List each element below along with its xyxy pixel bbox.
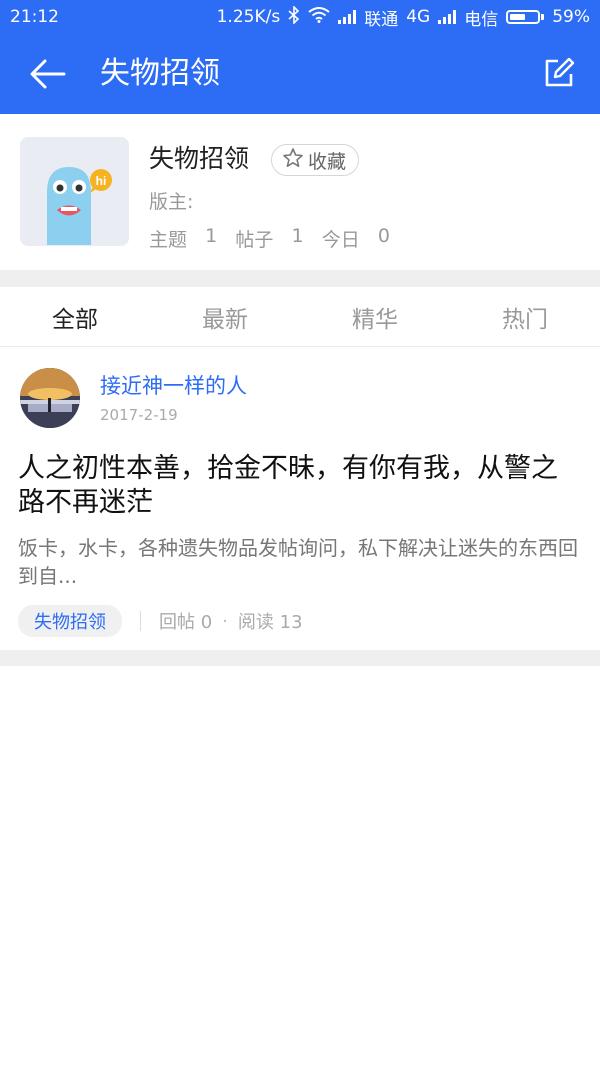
- network-speed: 1.25K/s: [216, 7, 281, 27]
- carrier-1: 联通: [364, 9, 399, 30]
- status-right: 1.25K/s 联通 4G 电信 59%: [216, 4, 590, 30]
- logo-badge-text: hi: [96, 174, 107, 188]
- post-footer: 失物招领 回帖 0 · 阅读 13: [18, 605, 303, 637]
- stat-today-label: 今日: [321, 229, 360, 251]
- tab-all[interactable]: 全部: [0, 287, 150, 346]
- arrow-left-icon[interactable]: [28, 56, 68, 92]
- app-bar: 失物招领: [0, 34, 600, 114]
- post-summary: 饭卡，水卡，各种遗失物品发帖询问，私下解决让迷失的东西回到自...: [18, 536, 578, 588]
- post-title[interactable]: 人之初性本善，拾金不昧，有你有我，从警之路不再迷茫: [18, 452, 582, 520]
- ghost-mascot-icon: hi: [47, 167, 112, 245]
- section-divider: [0, 650, 600, 666]
- signal-icon: [438, 10, 457, 24]
- star-icon: [282, 147, 304, 174]
- page-title: 失物招领: [100, 56, 220, 91]
- board-name: 失物招领: [149, 144, 250, 173]
- board-logo: hi: [20, 137, 129, 246]
- signal-icon: [338, 10, 357, 24]
- battery-percent: 59%: [552, 7, 590, 27]
- avatar[interactable]: [20, 368, 80, 428]
- stat-topics-label: 主题: [149, 229, 188, 251]
- tab-latest[interactable]: 最新: [150, 287, 300, 346]
- post-author[interactable]: 接近神一样的人: [100, 370, 247, 400]
- filter-tabs: 全部 最新 精华 热门: [0, 287, 600, 347]
- bluetooth-icon: [288, 4, 300, 29]
- separator-dot: ·: [222, 610, 228, 632]
- network-type: 4G: [406, 7, 431, 27]
- stat-posts-value: 1: [291, 225, 304, 247]
- divider: [140, 611, 141, 631]
- carrier-2: 电信: [464, 9, 499, 30]
- edit-icon[interactable]: [542, 56, 576, 90]
- tab-featured[interactable]: 精华: [300, 287, 450, 346]
- post-tag[interactable]: 失物招领: [18, 605, 122, 637]
- moderator-label: 版主:: [149, 191, 194, 213]
- favorite-button[interactable]: 收藏: [271, 144, 360, 176]
- board-header: hi 失物招领 收藏 版主: 主题 1 帖子 1 今日 0: [0, 114, 600, 270]
- tab-hot[interactable]: 热门: [450, 287, 600, 346]
- wifi-icon: [308, 6, 330, 28]
- board-stats: 主题 1 帖子 1 今日 0: [149, 225, 390, 252]
- stat-today-value: 0: [377, 225, 390, 247]
- status-time: 21:12: [10, 7, 59, 27]
- stat-topics-value: 1: [205, 225, 218, 247]
- favorite-label: 收藏: [308, 150, 347, 173]
- post-date: 2017-2-19: [100, 406, 178, 424]
- read-count: 阅读 13: [237, 612, 303, 633]
- reply-count: 回帖 0: [159, 612, 213, 633]
- stat-posts-label: 帖子: [235, 229, 274, 251]
- status-bar: 21:12 1.25K/s 联通 4G 电信 59%: [0, 0, 600, 34]
- section-divider: [0, 270, 600, 287]
- battery-icon: [506, 10, 545, 24]
- list-item[interactable]: 接近神一样的人 2017-2-19 人之初性本善，拾金不昧，有你有我，从警之路不…: [0, 348, 600, 650]
